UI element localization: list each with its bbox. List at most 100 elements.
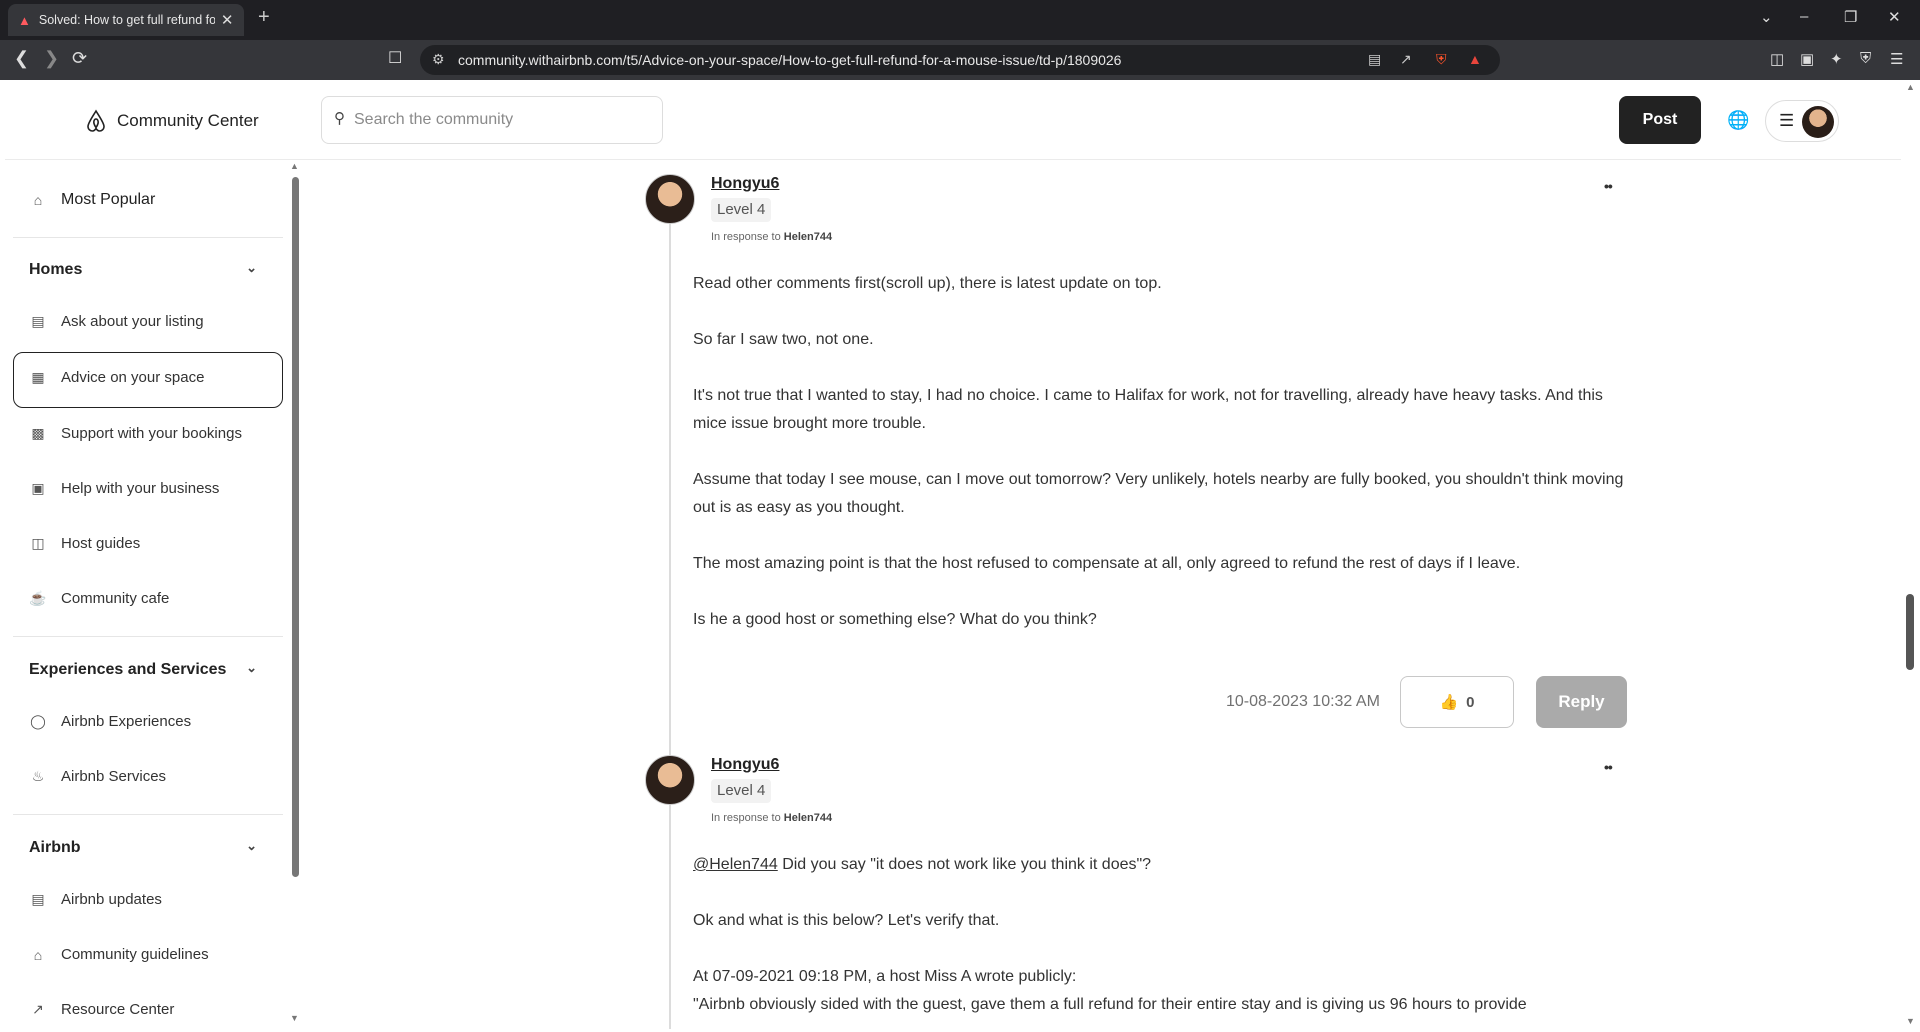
reply-button[interactable]: Reply: [1536, 676, 1627, 728]
in-response-prefix: In response to: [711, 812, 781, 824]
sidebar-item-ask-about-listing[interactable]: ▤ Ask about your listing: [29, 313, 203, 330]
like-count: 0: [1466, 693, 1475, 711]
post-paragraph: So far I saw two, not one.: [693, 331, 874, 348]
close-window-icon[interactable]: ✕: [1888, 8, 1901, 26]
post-paragraph: At 07-09-2021 09:18 PM, a host Miss A wr…: [693, 968, 1077, 985]
sidebar-item-most-popular[interactable]: ⌂ Most Popular: [29, 191, 156, 209]
brave-rewards-icon[interactable]: ▲: [1468, 51, 1482, 67]
new-tab-icon[interactable]: +: [258, 6, 270, 29]
reader-mode-icon[interactable]: ▤: [1368, 51, 1381, 68]
in-response-user-link[interactable]: Helen744: [784, 812, 832, 824]
sidebar-item-resource-center[interactable]: ↗ Resource Center: [29, 1001, 174, 1018]
url-text[interactable]: community.withairbnb.com/t5/Advice-on-yo…: [458, 52, 1121, 68]
post-options-icon[interactable]: ••: [1604, 759, 1613, 775]
author-level-badge: Level 4: [711, 198, 772, 222]
author-avatar[interactable]: [645, 174, 695, 224]
restore-icon[interactable]: ❐: [1844, 8, 1857, 26]
sidebar-item-label: Community guidelines: [61, 946, 209, 963]
sidebar-item-label: Airbnb Experiences: [61, 713, 192, 730]
sidebar-item-label: Community cafe: [61, 590, 170, 607]
sidebar-item-airbnb-services[interactable]: ♨ Airbnb Services: [29, 768, 166, 785]
airbnb-favicon-icon: ▲: [18, 12, 31, 28]
post-paragraph: Read other comments first(scroll up), th…: [693, 275, 1162, 292]
browser-tab[interactable]: ▲ Solved: How to get full refund for a m…: [8, 4, 244, 36]
bookmark-icon[interactable]: ☐: [388, 48, 402, 68]
share-icon[interactable]: ↗: [1400, 51, 1412, 68]
sidebar-item-airbnb-experiences[interactable]: ◯ Airbnb Experiences: [29, 713, 191, 730]
chevron-down-icon: ⌄: [246, 838, 257, 853]
balloon-icon: ◯: [30, 713, 46, 729]
leo-ai-icon[interactable]: ✦: [1830, 50, 1843, 68]
post-options-icon[interactable]: ••: [1604, 178, 1613, 194]
sidebar-item-community-guidelines[interactable]: ⌂ Community guidelines: [29, 946, 209, 963]
close-tab-icon[interactable]: ✕: [221, 11, 234, 29]
chevron-down-icon: ⌄: [246, 660, 257, 675]
section-homes-toggle[interactable]: Homes ⌄: [29, 260, 269, 279]
brave-shield-icon[interactable]: ⛨: [1436, 51, 1447, 68]
site-header: Community Center ⚲ Post 🌐 ☰: [5, 80, 1901, 160]
browser-menu-icon[interactable]: ☰: [1890, 50, 1903, 68]
post-paragraph: Assume that today I see mouse, can I mov…: [693, 471, 1624, 516]
sidebar-scroll-thumb[interactable]: [292, 177, 299, 877]
sidebar-item-community-cafe[interactable]: ☕ Community cafe: [29, 590, 169, 607]
in-response-prefix: In response to: [711, 231, 781, 243]
post-text: Did you say "it does not work like you t…: [777, 856, 1152, 873]
section-title: Experiences and Services: [29, 661, 227, 678]
vpn-icon[interactable]: ⛨: [1860, 50, 1871, 67]
post-paragraph: Ok and what is this below? Let's verify …: [693, 912, 1000, 929]
sidebar-nav: ⌂ Most Popular Homes ⌄ ▤ Ask about your …: [5, 161, 295, 1029]
profile-menu-button[interactable]: ☰: [1765, 100, 1839, 142]
section-experiences-toggle[interactable]: Experiences and Services ⌄: [29, 660, 269, 679]
sidebar-item-host-guides[interactable]: ◫ Host guides: [29, 535, 140, 552]
brand-logo-link[interactable]: Community Center: [85, 109, 259, 133]
post-paragraph: It's not true that I wanted to stay, I h…: [693, 387, 1603, 432]
scroll-up-icon[interactable]: ▲: [1906, 82, 1915, 92]
sidebar-item-advice-on-space[interactable]: ▦ Advice on your space: [29, 369, 204, 386]
site-settings-icon[interactable]: ⚙: [432, 51, 445, 68]
scroll-down-icon[interactable]: ▼: [290, 1013, 299, 1023]
author-level-badge: Level 4: [711, 779, 772, 803]
scroll-up-icon[interactable]: ▲: [290, 161, 299, 171]
author-name-link[interactable]: Hongyu6: [711, 756, 779, 774]
external-link-icon: ↗: [32, 1001, 44, 1017]
browser-toolbar: ❮ ❯ ⟳ ☐ ⚙ community.withairbnb.com/t5/Ad…: [0, 40, 1920, 80]
in-response-user-link[interactable]: Helen744: [784, 231, 832, 243]
forward-icon[interactable]: ❯: [44, 48, 59, 69]
wallet-icon[interactable]: ▣: [1800, 50, 1814, 68]
sidebar-item-label: Host guides: [61, 535, 141, 552]
author-name-link[interactable]: Hongyu6: [711, 175, 779, 193]
news-icon: ▤: [31, 891, 45, 907]
author-avatar[interactable]: [645, 755, 695, 805]
page-scrollbar[interactable]: ▲ ▼: [1901, 80, 1920, 1032]
scroll-down-icon[interactable]: ▼: [1906, 1016, 1915, 1026]
sidebar-item-label: Airbnb updates: [61, 891, 162, 908]
thumbs-up-icon: 👍: [1439, 694, 1459, 711]
post-paragraph: Is he a good host or something else? Wha…: [693, 611, 1097, 628]
post-paragraph: @Helen744 Did you say "it does not work …: [693, 851, 1633, 879]
mention-link[interactable]: @Helen744: [693, 856, 778, 873]
service-bell-icon: ♨: [31, 768, 45, 784]
hamburger-menu-icon: ☰: [1779, 111, 1795, 130]
section-airbnb-toggle[interactable]: Airbnb ⌄: [29, 838, 269, 857]
page-scroll-thumb[interactable]: [1906, 594, 1914, 670]
back-icon[interactable]: ❮: [14, 48, 29, 69]
sidebar-item-airbnb-updates[interactable]: ▤ Airbnb updates: [29, 891, 162, 908]
post-button[interactable]: Post: [1619, 96, 1701, 144]
thread-connector-line: [669, 185, 671, 1029]
tab-search-icon[interactable]: ⌄: [1760, 8, 1773, 26]
sidebar-toggle-icon[interactable]: ◫: [1770, 50, 1784, 68]
address-bar[interactable]: ⚙ community.withairbnb.com/t5/Advice-on-…: [420, 45, 1500, 75]
sidebar-scrollbar[interactable]: ▲ ▼: [288, 161, 302, 1029]
reload-icon[interactable]: ⟳: [72, 48, 87, 69]
sidebar-item-support-bookings[interactable]: ▩ Support with your bookings: [29, 425, 242, 442]
minimize-icon[interactable]: –: [1800, 8, 1808, 25]
sidebar-item-label: Support with your bookings: [61, 425, 242, 442]
search-input[interactable]: [354, 109, 654, 131]
search-box[interactable]: ⚲: [321, 96, 663, 144]
section-title: Airbnb: [29, 839, 81, 856]
like-button[interactable]: 👍 0: [1400, 676, 1514, 728]
language-globe-icon[interactable]: 🌐: [1727, 110, 1749, 131]
sidebar-item-label: Resource Center: [61, 1001, 175, 1018]
sidebar-item-label: Advice on your space: [61, 369, 205, 386]
sidebar-item-help-business[interactable]: ▣ Help with your business: [29, 480, 219, 497]
